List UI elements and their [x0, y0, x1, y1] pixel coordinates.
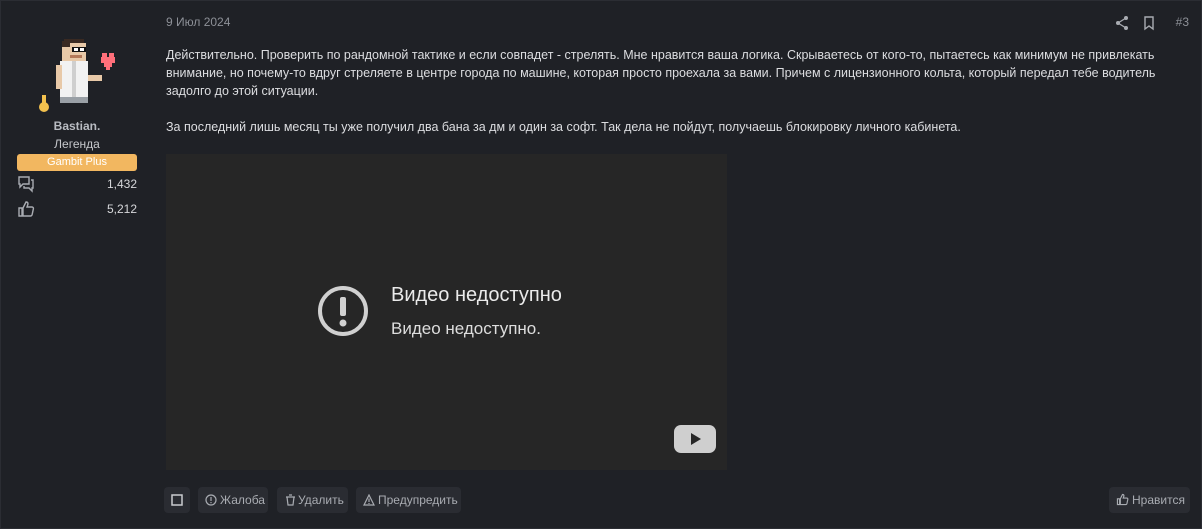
- messages-count: 1,432: [106, 177, 137, 191]
- post-number-link[interactable]: #3: [1176, 15, 1189, 29]
- checkbox-icon: [171, 494, 183, 506]
- trash-icon: [286, 494, 295, 506]
- avatar-pixel-art-icon: [39, 39, 115, 112]
- post-content: Действительно. Проверить по рандомной та…: [166, 46, 1191, 154]
- video-title: Видео недоступно: [391, 284, 562, 306]
- like-button[interactable]: Нравится: [1109, 487, 1190, 513]
- avatar[interactable]: [36, 35, 116, 115]
- video-embed[interactable]: Видео недоступно Видео недоступно.: [166, 154, 727, 470]
- report-button[interactable]: Жалоба: [198, 487, 268, 513]
- warning-icon: [318, 286, 368, 336]
- bookmark-icon[interactable]: [1143, 15, 1155, 31]
- messages-stat: 1,432: [17, 175, 137, 195]
- post-paragraph: Действительно. Проверить по рандомной та…: [166, 48, 1156, 98]
- alert-triangle-icon: [363, 494, 375, 506]
- share-icon[interactable]: [1115, 15, 1129, 31]
- delete-label: Удалить: [298, 493, 344, 507]
- messages-icon: [18, 176, 34, 193]
- thumbs-up-icon: [1116, 493, 1129, 506]
- username[interactable]: Bastian.: [15, 119, 139, 133]
- video-subtitle: Видео недоступно.: [391, 319, 541, 338]
- reactions-stat: 5,212: [17, 200, 137, 220]
- reactions-count: 5,212: [106, 202, 137, 216]
- user-banner: Gambit Plus: [17, 154, 137, 171]
- post-date[interactable]: 9 Июл 2024: [166, 15, 230, 29]
- warn-button[interactable]: Предупредить: [356, 487, 461, 513]
- youtube-play-icon[interactable]: [674, 425, 716, 453]
- select-checkbox[interactable]: [164, 487, 190, 513]
- user-title: Легенда: [54, 137, 100, 151]
- post-container: Bastian. Легенда Gambit Plus 1,432 5,212…: [0, 0, 1202, 529]
- report-icon: [205, 494, 217, 506]
- like-label: Нравится: [1132, 493, 1185, 507]
- post-paragraph: За последний лишь месяц ты уже получил д…: [166, 120, 961, 134]
- thumbs-up-icon: [18, 201, 35, 217]
- warn-label: Предупредить: [378, 493, 458, 507]
- delete-button[interactable]: Удалить: [277, 487, 348, 513]
- report-label: Жалоба: [220, 493, 265, 507]
